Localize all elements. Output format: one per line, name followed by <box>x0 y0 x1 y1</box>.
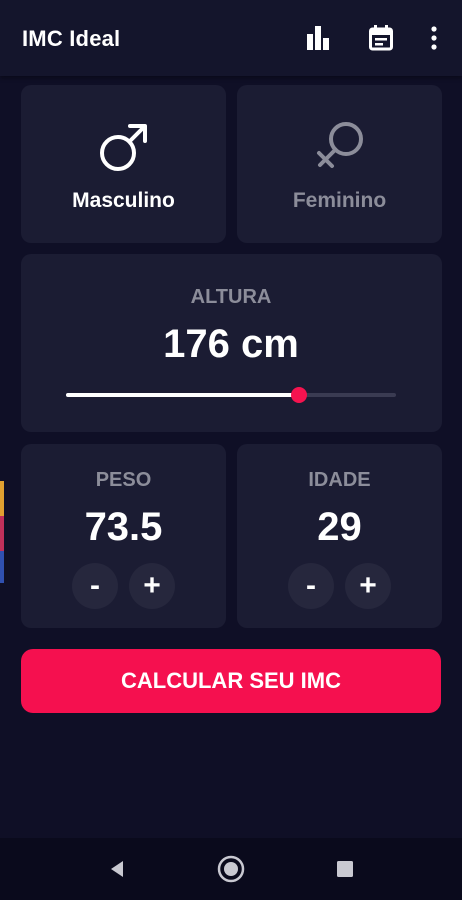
female-label: Feminino <box>292 189 387 212</box>
female-card[interactable]: Feminino <box>237 85 442 243</box>
calendar-icon[interactable] <box>367 24 395 52</box>
male-label: Masculino <box>72 189 175 212</box>
male-symbol-icon <box>99 124 147 171</box>
app-title: IMC Ideal <box>22 26 121 51</box>
height-label: ALTURA <box>190 286 272 308</box>
more-vert-icon[interactable] <box>420 24 448 52</box>
app-screen: IMC Ideal Masculino Feminino ALTURA 176 … <box>0 0 462 900</box>
male-card[interactable]: Masculino <box>21 85 226 243</box>
weight-minus-button[interactable]: - <box>72 563 118 609</box>
app-bar: IMC Ideal <box>0 0 462 76</box>
height-slider-thumb[interactable] <box>291 387 307 403</box>
age-value: 29 <box>317 505 362 549</box>
age-minus-button[interactable]: - <box>288 563 334 609</box>
home-icon[interactable] <box>216 854 246 884</box>
bar-chart-icon[interactable] <box>305 24 333 52</box>
back-icon[interactable] <box>102 854 132 884</box>
weight-label: PESO <box>95 469 152 491</box>
calculate-bmi-button[interactable]: CALCULAR SEU IMC <box>21 649 441 713</box>
system-nav-bar <box>0 838 462 900</box>
age-label: IDADE <box>308 469 371 491</box>
female-symbol-icon <box>316 122 363 168</box>
weight-plus-button[interactable]: + <box>129 563 175 609</box>
edge-accent-decoration <box>0 481 4 583</box>
height-value: 176 cm <box>163 322 299 366</box>
height-slider-fill <box>66 393 299 397</box>
weight-value: 73.5 <box>84 505 163 549</box>
height-slider[interactable] <box>66 386 396 404</box>
age-plus-button[interactable]: + <box>345 563 391 609</box>
recents-icon[interactable] <box>330 854 360 884</box>
